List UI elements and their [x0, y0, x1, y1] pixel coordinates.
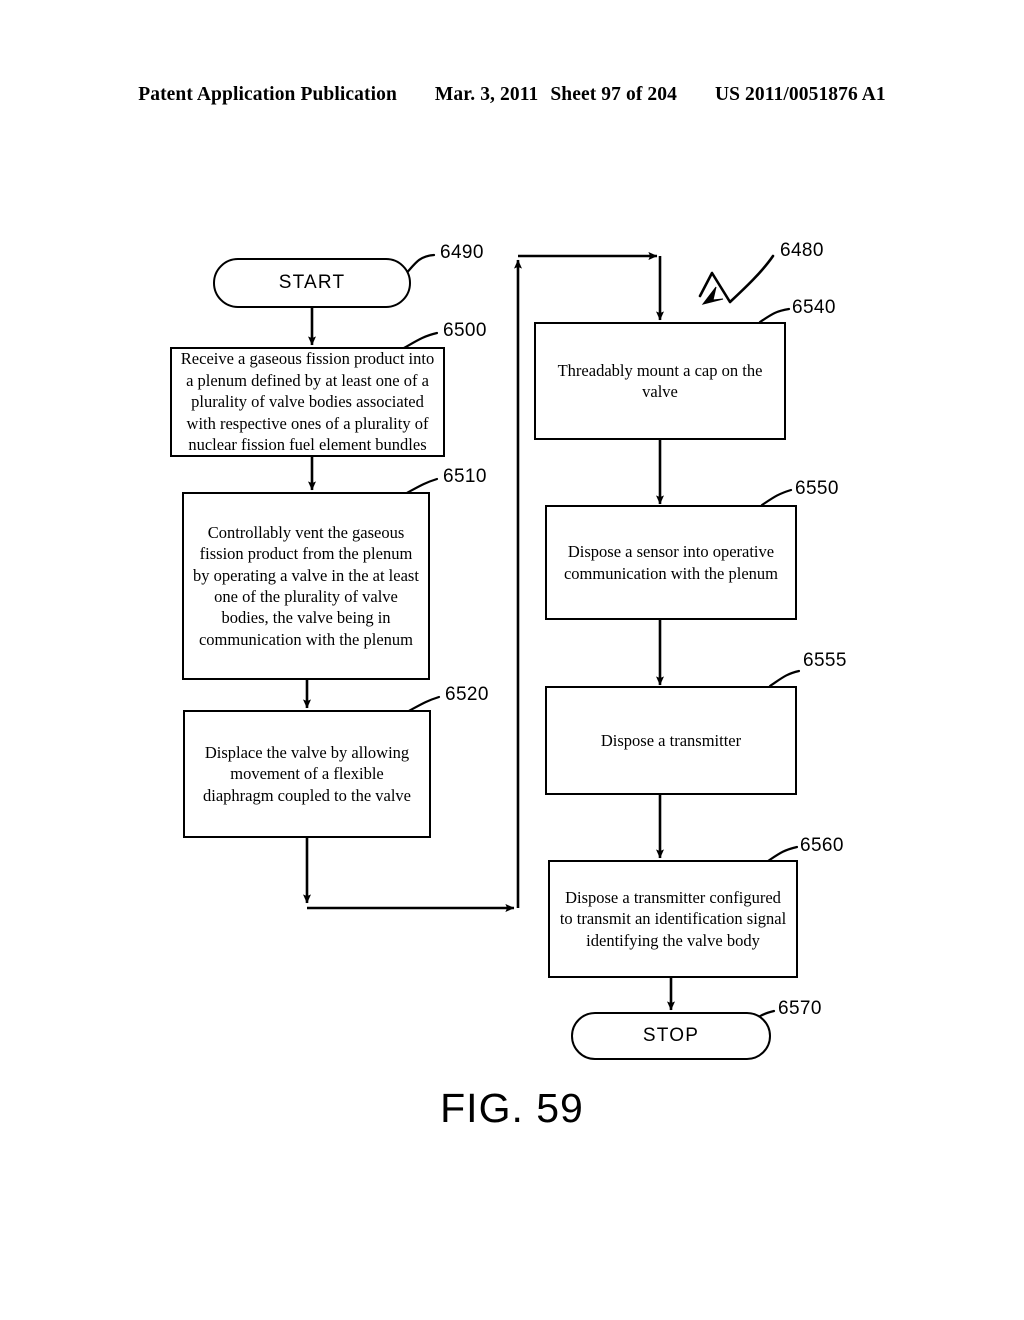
node-step-6555: Dispose a transmitter	[545, 686, 797, 795]
leader-6480-bolt	[698, 254, 775, 304]
publication-header: Patent Application Publication Mar. 3, 20…	[0, 84, 1024, 106]
node-start: START	[213, 258, 411, 308]
header-date: Mar. 3, 2011	[434, 84, 539, 105]
node-stop: STOP	[571, 1012, 771, 1060]
header-sheet-number: Sheet 97 of 204	[550, 84, 677, 105]
node-stop-label: STOP	[642, 1025, 700, 1046]
header-publication-title: Patent Application Publication	[138, 84, 397, 105]
leader-6500	[402, 331, 439, 350]
ref-numeral-6480: 6480	[780, 240, 824, 261]
figure-caption: FIG. 59	[440, 1085, 584, 1131]
ref-numeral-6555: 6555	[803, 650, 847, 671]
ref-numeral-6490: 6490	[440, 242, 484, 263]
node-step-6510-label: Controllably vent the gaseous fission pr…	[193, 522, 419, 649]
node-step-6540: Threadably mount a cap on the valve	[534, 322, 786, 440]
node-step-6560: Dispose a transmitter configured to tran…	[548, 860, 798, 978]
node-step-6500-label: Receive a gaseous fission product into a…	[180, 349, 435, 455]
header-patent-number: US 2011/0051876 A1	[714, 84, 886, 105]
node-step-6550-label: Dispose a sensor into operative communic…	[563, 542, 778, 583]
node-step-6520: Displace the valve by allowing movement …	[183, 710, 431, 838]
ref-numeral-6550: 6550	[795, 478, 839, 499]
node-step-6540-label: Threadably mount a cap on the valve	[557, 360, 763, 401]
node-step-6560-label: Dispose a transmitter configured to tran…	[559, 887, 787, 950]
patent-page: Patent Application Publication Mar. 3, 20…	[0, 0, 1024, 1320]
leader-6540	[758, 307, 791, 324]
leader-6550	[760, 488, 793, 507]
node-start-label: START	[278, 272, 346, 293]
leader-6560	[766, 845, 799, 863]
ref-numeral-6540: 6540	[792, 297, 836, 318]
leader-6490	[403, 253, 436, 277]
node-step-6520-label: Displace the valve by allowing movement …	[202, 742, 411, 805]
leader-6555	[768, 669, 801, 688]
ref-numeral-6560: 6560	[800, 835, 844, 856]
node-step-6500: Receive a gaseous fission product into a…	[170, 347, 445, 457]
node-step-6510: Controllably vent the gaseous fission pr…	[182, 492, 430, 680]
leader-6480-arrowhead	[701, 286, 724, 305]
node-step-6550: Dispose a sensor into operative communic…	[545, 505, 797, 620]
ref-numeral-6520: 6520	[445, 684, 489, 705]
ref-numeral-6500: 6500	[443, 320, 487, 341]
ref-numeral-6510: 6510	[443, 466, 487, 487]
ref-numeral-6570: 6570	[778, 998, 822, 1019]
node-step-6555-label: Dispose a transmitter	[600, 730, 742, 750]
